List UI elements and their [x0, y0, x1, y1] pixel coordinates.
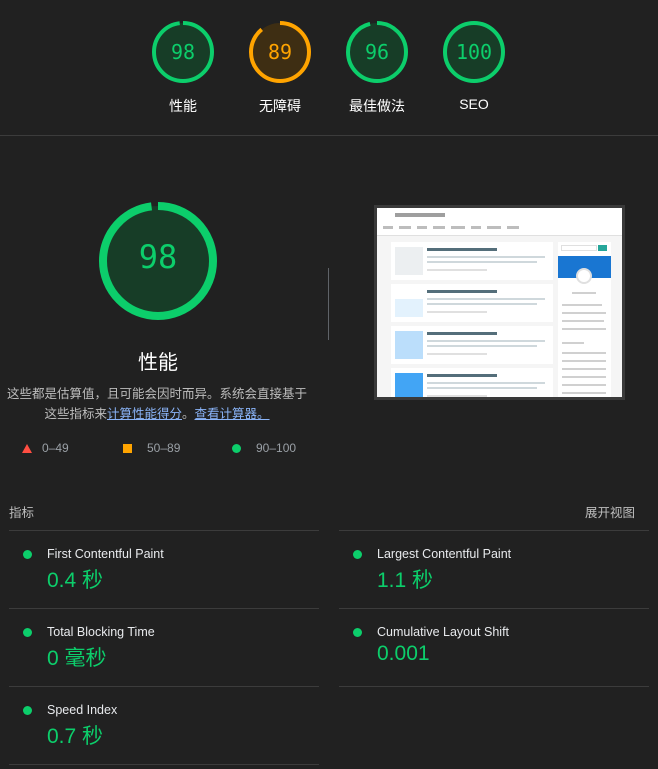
gauge-score: 96: [364, 40, 390, 64]
thumbnail-article-list: [391, 242, 553, 397]
metric-value: 0.4 秒: [47, 569, 104, 592]
divider: [9, 530, 319, 531]
gauge-performance[interactable]: 98 性能: [143, 20, 223, 116]
metric-value: 0.001: [377, 642, 430, 665]
calculator-link[interactable]: 查看计算器。: [195, 407, 270, 421]
pass-dot-icon: [23, 706, 32, 715]
divider: [9, 764, 319, 765]
description-line1: 这些都是估算值，且可能会因时而异。系统会直接基于: [6, 387, 307, 401]
divider: [339, 530, 649, 531]
gauge-label: SEO: [459, 96, 489, 112]
description-prefix: 这些指标来: [44, 407, 107, 421]
pass-dot-icon: [23, 550, 32, 559]
legend-average-label: 50–89: [147, 441, 181, 455]
square-icon: [123, 443, 132, 453]
thumbnail-header: [377, 208, 622, 236]
legend-fail-label: 0–49: [42, 441, 69, 455]
gauge-best-practices[interactable]: 96 最佳做法: [337, 20, 417, 116]
metric-value: 1.1 秒: [377, 569, 434, 592]
thumbnail-sidebar: [558, 242, 611, 397]
gauge-score: 98: [170, 40, 196, 64]
gauge-label: 最佳做法: [349, 98, 405, 114]
triangle-icon: [22, 443, 32, 453]
calc-score-link[interactable]: 计算性能得分: [107, 407, 182, 421]
metric-name: Total Blocking Time: [47, 625, 155, 639]
performance-score: 98: [138, 238, 178, 276]
gauge-seo[interactable]: 100 SEO: [434, 20, 514, 112]
final-screenshot-thumbnail[interactable]: [374, 205, 625, 400]
divider: [9, 686, 319, 687]
pass-dot-icon: [353, 550, 362, 559]
legend-pass-label: 90–100: [256, 441, 297, 455]
legend-pass: 90–100: [232, 441, 296, 455]
metric-name: First Contentful Paint: [47, 547, 164, 561]
gauge-label: 性能: [169, 98, 197, 114]
pass-dot-icon: [23, 628, 32, 637]
pass-dot-icon: [353, 628, 362, 637]
divider: [328, 268, 329, 340]
performance-gauge-large: 98: [97, 200, 219, 322]
metric-name: Speed Index: [47, 703, 118, 717]
performance-description: 这些都是估算值，且可能会因时而异。系统会直接基于 这些指标来计算性能得分。查看计…: [4, 384, 310, 424]
gauge-accessibility[interactable]: 89 无障碍: [240, 20, 320, 116]
divider: [339, 686, 649, 687]
gauge-score: 100: [455, 40, 493, 64]
legend-fail: 0–49: [22, 441, 69, 455]
legend-average: 50–89: [123, 441, 180, 455]
gauge-label: 无障碍: [259, 98, 301, 114]
metrics-title: 指标: [9, 506, 35, 520]
circle-icon: [232, 443, 241, 453]
divider: [9, 608, 319, 609]
metric-name: Largest Contentful Paint: [377, 547, 512, 561]
gauge-score: 89: [267, 40, 293, 64]
metric-name: Cumulative Layout Shift: [377, 625, 510, 639]
expand-view-toggle[interactable]: 展开视图: [585, 502, 635, 521]
divider: [339, 608, 649, 609]
metric-value: 0 毫秒: [47, 647, 107, 670]
metric-value: 0.7 秒: [47, 725, 104, 748]
description-mid: 。: [182, 407, 195, 421]
category-scores-bar: 98 性能 89 无障碍 96 最佳做法 100 SEO: [0, 0, 658, 136]
performance-title: 性能: [138, 352, 178, 374]
